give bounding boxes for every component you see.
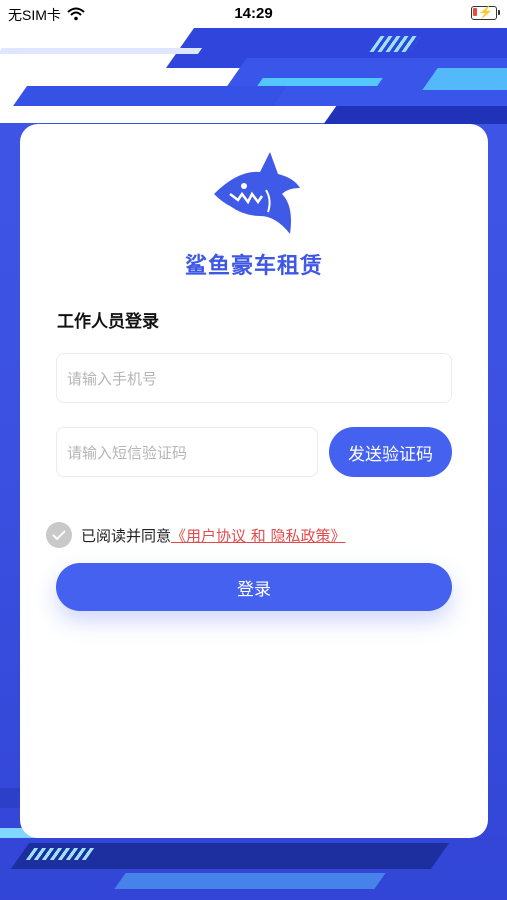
agreement-checkbox[interactable] (46, 522, 72, 548)
agreement-link[interactable]: 《用户协议 和 隐私政策》 (171, 525, 346, 546)
code-placeholder: 请输入短信验证码 (67, 443, 188, 462)
agreement-row: 已阅读并同意 《用户协议 和 隐私政策》 (46, 522, 346, 548)
battery-icon: ⚡ (471, 5, 500, 20)
page-title: 工作人员登录 (57, 312, 159, 332)
phone-input[interactable]: 请输入手机号 (56, 353, 452, 403)
agreement-text: 已阅读并同意 (81, 526, 172, 545)
status-time: 14:29 (234, 5, 273, 22)
send-code-button[interactable]: 发送验证码 (329, 427, 452, 477)
brand-name: 鲨鱼豪车租赁 (184, 254, 323, 279)
phone-placeholder: 请输入手机号 (67, 369, 158, 388)
sms-code-input[interactable]: 请输入短信验证码 (56, 427, 318, 477)
login-button[interactable]: 登录 (56, 563, 452, 611)
shark-logo-icon (208, 150, 302, 240)
check-icon (52, 529, 66, 540)
login-card: 鲨鱼豪车租赁 工作人员登录 请输入手机号 请输入短信验证码 发送验证码 已阅读并… (20, 124, 488, 838)
status-bar: 无SIM卡 14:29 ⚡ (0, 0, 507, 28)
